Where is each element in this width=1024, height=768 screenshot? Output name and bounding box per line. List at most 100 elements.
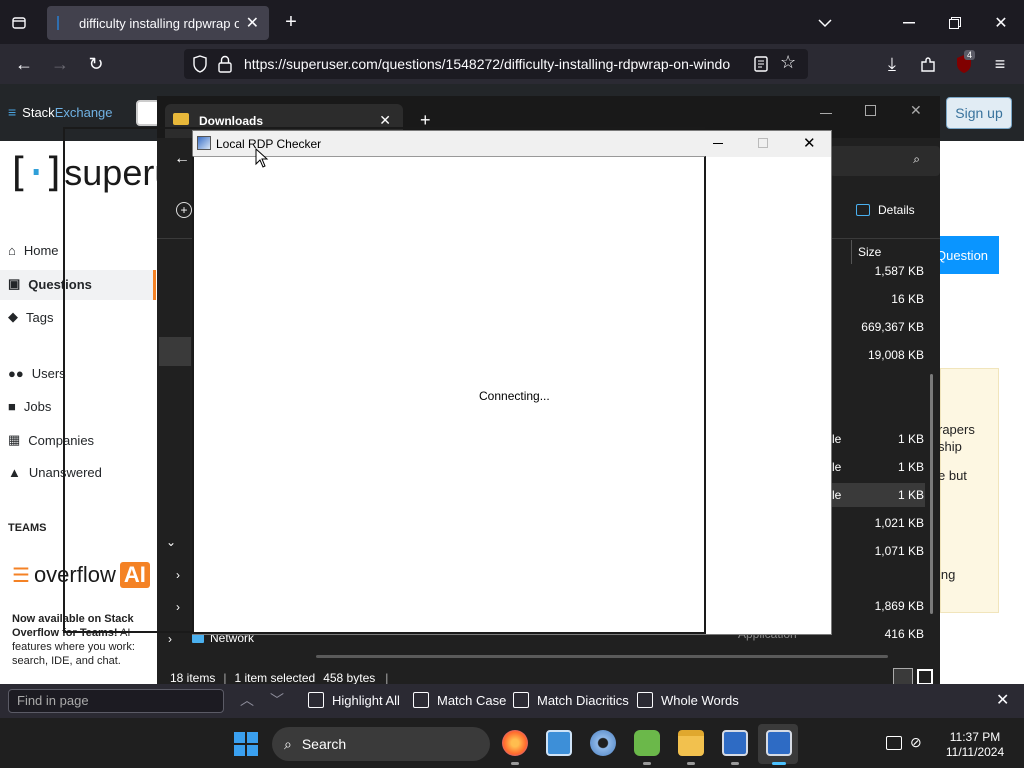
local-rdp-checker-taskbar-icon[interactable] [766, 730, 792, 756]
shield-icon[interactable] [192, 55, 208, 73]
ublock-extension-icon[interactable]: 4 [952, 50, 976, 76]
file-size: 669,367 KB [861, 320, 924, 334]
explorer-minimize-icon[interactable] [820, 104, 832, 114]
browser-tab-active[interactable]: difficulty installing rdpwrap on ✕ [47, 6, 269, 40]
rdp-close-icon[interactable]: ✕ [803, 134, 816, 152]
search-icon: ⌕ [284, 735, 292, 752]
unanswered-icon: ▲ [8, 465, 21, 480]
file-type-fragment: le [832, 432, 842, 446]
url-text: https://superuser.com/questions/1548272/… [244, 56, 731, 72]
restore-window-icon[interactable] [944, 12, 966, 34]
checkbox-box [637, 692, 653, 708]
status-divider: | [223, 671, 227, 685]
checkbox-box [513, 692, 529, 708]
explorer-maximize-icon[interactable] [865, 105, 876, 116]
side-snippet: e but [938, 468, 967, 483]
rdp-maximize-icon[interactable] [758, 138, 768, 148]
firefox-icon[interactable] [502, 730, 528, 756]
start-windows-icon[interactable] [234, 732, 258, 756]
connecting-status: Connecting... [479, 389, 550, 403]
explorer-search-icon: ⌕ [913, 152, 920, 166]
tag-icon: ◆ [8, 309, 18, 324]
status-item-count: 18 items [170, 671, 216, 685]
ask-question-button[interactable]: Question [930, 236, 999, 274]
hamburger-menu-icon[interactable]: ≡ [988, 52, 1012, 76]
clock-time: 11:37 PM [949, 730, 1001, 744]
taskbar-search[interactable]: ⌕ Search [272, 727, 490, 761]
rdp-config-icon[interactable] [722, 730, 748, 756]
match-case-checkbox[interactable]: Match Case [413, 692, 506, 708]
side-snippet: rapers [938, 422, 975, 437]
nav-tags[interactable]: ◆ Tags [8, 309, 53, 325]
find-in-page-input[interactable]: Find in page [8, 689, 224, 713]
close-tab-icon[interactable]: ✕ [246, 13, 259, 33]
file-explorer-icon[interactable] [678, 730, 704, 756]
file-size: 416 KB [884, 627, 924, 641]
folder-icon [173, 113, 189, 125]
nav-users[interactable]: ●● Users [8, 366, 66, 381]
lock-icon[interactable] [218, 55, 232, 73]
tab-title: difficulty installing rdpwrap on [79, 15, 239, 31]
rdp-minimize-icon[interactable] [713, 143, 723, 144]
taskbar-active-indicator [772, 762, 786, 765]
file-type-fragment: le [832, 460, 842, 474]
file-type-fragment: le [832, 488, 842, 502]
taskbar-running-indicator [511, 762, 519, 765]
file-size: 1,869 KB [874, 599, 924, 613]
signup-button[interactable]: Sign up [946, 97, 1012, 129]
users-icon: ●● [8, 366, 24, 381]
file-size: 1 KB [897, 460, 924, 474]
briefcase-icon: ■ [8, 399, 16, 414]
nav-jobs[interactable]: ■ Jobs [8, 399, 51, 414]
whole-words-checkbox[interactable]: Whole Words [637, 692, 739, 708]
find-previous-icon[interactable]: ︿ [240, 690, 254, 710]
url-bar[interactable]: https://superuser.com/questions/1548272/… [184, 49, 808, 79]
network-muted-icon[interactable]: ⊘ [910, 734, 922, 751]
stackoverflow-icon: ☰ [12, 564, 30, 587]
close-findbar-icon[interactable]: ✕ [996, 690, 1009, 710]
extensions-icon[interactable] [916, 52, 940, 76]
reload-icon[interactable]: ↻ [84, 52, 108, 76]
status-size: 458 bytes [323, 671, 376, 685]
settings-gear-icon[interactable] [590, 730, 616, 756]
explorer-close-icon[interactable]: ✕ [910, 102, 922, 119]
status-divider: | [385, 671, 389, 685]
size-column-header[interactable]: Size [858, 245, 881, 259]
explorer-scrollbar[interactable] [930, 374, 933, 614]
home-icon: ⌂ [8, 243, 16, 258]
rdp-checker-titlebar[interactable]: Local RDP Checker ✕ [193, 131, 831, 157]
explorer-searchbox[interactable]: ⌕ [830, 146, 940, 176]
taskbar-clock[interactable]: 11:37 PM 11/11/2024 [940, 730, 1010, 760]
match-diacritics-checkbox[interactable]: Match Diacritics [513, 692, 629, 708]
close-window-icon[interactable]: ✕ [990, 12, 1012, 34]
file-size: 1,071 KB [874, 544, 924, 558]
highlight-all-checkbox[interactable]: Highlight All [308, 692, 400, 708]
details-pane-icon [856, 204, 870, 216]
minimize-window-icon[interactable] [898, 12, 920, 34]
explorer-tab-title: Downloads [199, 114, 264, 128]
taskbar-running-indicator [731, 762, 739, 765]
nav-home[interactable]: ⌂ Home [8, 243, 59, 258]
file-size: 1,587 KB [874, 264, 924, 278]
stackexchange-logo[interactable]: ≡ StackExchange [8, 104, 113, 120]
details-pane-button[interactable]: Details [856, 203, 915, 217]
superuser-bracket-icon: [·] [6, 150, 66, 196]
downloads-icon[interactable]: ⤓ [880, 52, 904, 76]
notification-tray-icon[interactable] [886, 736, 902, 750]
forward-arrow-icon[interactable]: → [48, 52, 72, 76]
tiles-view-icon[interactable] [917, 669, 933, 685]
reader-view-icon[interactable] [754, 56, 768, 72]
nav-collapsed-chevron-icon[interactable]: › [168, 632, 172, 646]
rdp-app-icon [197, 136, 211, 150]
list-tabs-chevron-icon[interactable] [814, 12, 836, 34]
remote-desktop-app-icon[interactable] [546, 730, 572, 756]
file-size: 19,008 KB [867, 348, 924, 362]
rdp-checker-viewport [192, 156, 706, 634]
back-arrow-icon[interactable]: ← [12, 52, 36, 76]
tab-overview-icon[interactable] [8, 12, 30, 34]
notepad-plus-icon[interactable] [634, 730, 660, 756]
bookmark-star-icon[interactable]: ☆ [780, 52, 796, 73]
new-tab-button[interactable]: + [280, 10, 302, 34]
find-next-icon[interactable]: ﹀ [270, 690, 284, 710]
horizontal-scrollbar[interactable] [316, 655, 888, 658]
